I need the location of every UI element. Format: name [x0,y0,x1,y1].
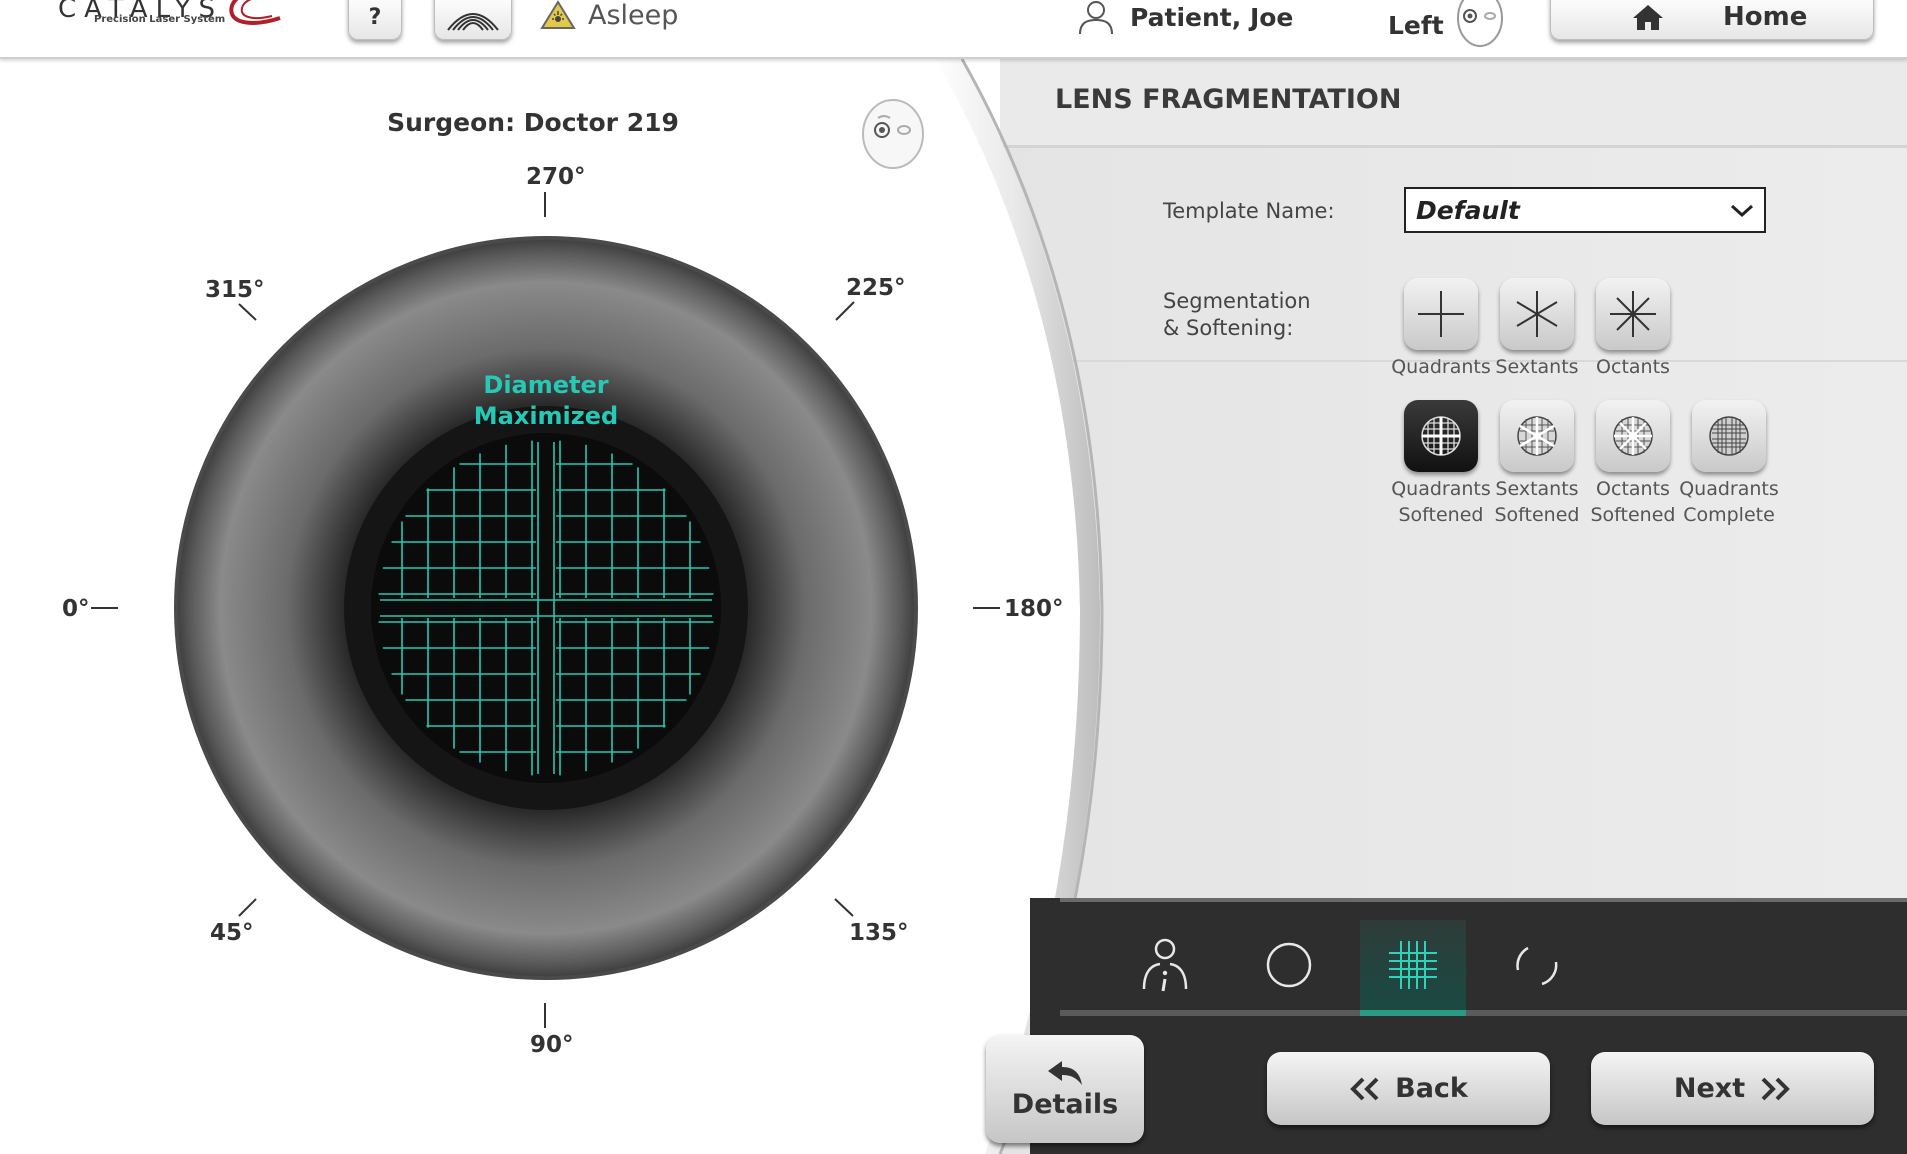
diameter-line-1: Diameter [483,371,609,399]
diameter-line-2: Maximized [473,402,619,430]
pattern-label-quadrants: Quadrants [1391,356,1491,378]
diameter-status: Diameter Maximized [446,370,646,432]
template-name-label: Template Name: [1163,199,1335,223]
template-name-value: Default [1416,195,1520,225]
logo-swoosh-icon [229,0,281,25]
help-button-label: ? [368,4,382,30]
laser-arc-button[interactable] [434,0,512,40]
pattern-label-octants-softened: Octants Softened [1578,476,1688,528]
circle-icon [1266,942,1312,988]
pattern-label-line-2: Softened [1590,504,1676,526]
eye-side-indicator: Left [1388,0,1506,50]
back-button[interactable]: Back [1267,1052,1550,1125]
quadrants-icon [1418,291,1464,337]
sextants-softened-icon [1517,416,1557,456]
angle-label-315: 315° [205,277,265,303]
pattern-label-quadrants-complete: Quadrants Complete [1674,476,1784,528]
eye-view-frame [0,59,1104,1154]
pattern-label-line-2: Softened [1398,504,1484,526]
workflow-step-strip [1060,1010,1907,1016]
eye-side-label: Left [1388,10,1444,40]
segmentation-label-line-2: & Softening: [1163,316,1294,340]
pattern-quadrants-softened-button[interactable] [1404,400,1478,472]
pattern-label-line-2: Softened [1494,504,1580,526]
pattern-label-line-1: Sextants [1495,478,1579,500]
pattern-label-octants: Octants [1596,356,1670,378]
template-name-select[interactable]: Default [1404,187,1766,233]
laser-status: Asleep [540,0,679,31]
patient-name: Patient, Joe [1130,2,1294,32]
pattern-quadrants-button[interactable] [1404,278,1478,350]
double-chevron-right-icon [1761,1077,1790,1100]
step-patient-info[interactable] [1112,920,1218,1010]
status-text: Asleep [588,0,679,31]
pattern-label-line-1: Quadrants [1679,478,1779,500]
home-button[interactable]: Home [1550,0,1874,40]
details-button[interactable]: Details [986,1035,1144,1143]
angle-label-135: 135° [849,920,909,946]
octants-softened-icon [1613,416,1653,456]
grid-icon [1389,941,1437,989]
catalys-logo: CATALYS Precision Laser System [58,0,298,36]
arc-incision-icon [1516,946,1558,986]
pattern-label-quadrants-softened: Quadrants Softened [1386,476,1496,528]
face-left-eye-icon [1456,0,1503,47]
help-button[interactable]: ? [348,0,402,40]
details-button-label: Details [1011,1088,1119,1120]
angle-label-225: 225° [846,275,906,301]
quadrants-softened-icon [1421,416,1461,456]
home-button-label: Home [1723,2,1808,32]
logo-tagline: Precision Laser System [94,14,226,25]
pattern-sextants-button[interactable] [1500,278,1574,350]
pattern-sextants-softened-button[interactable] [1500,400,1574,472]
double-chevron-left-icon [1350,1077,1379,1100]
back-arrow-icon [1048,1060,1082,1085]
chevron-down-icon [1730,204,1754,218]
patient-info: Patient, Joe [1076,0,1293,34]
face-orientation-icon [858,96,928,174]
next-button-label: Next [1673,1073,1746,1104]
angle-label-45: 45° [210,920,254,946]
angle-label-270: 270° [526,164,586,190]
step-lens-fragmentation[interactable] [1360,920,1466,1016]
step-capsulotomy[interactable] [1236,920,1342,1010]
pattern-label-sextants: Sextants [1495,356,1579,378]
panel-title: LENS FRAGMENTATION [1055,84,1402,115]
patient-info-icon [1142,938,1188,992]
home-icon [1633,5,1663,30]
patient-icon [1079,1,1113,34]
pattern-label-line-1: Quadrants [1391,478,1491,500]
segmentation-label-line-1: Segmentation [1163,289,1311,313]
pattern-octants-softened-button[interactable] [1596,400,1670,472]
bottom-bar-top-edge [1060,898,1907,902]
segmentation-label: Segmentation & Softening: [1163,288,1311,342]
pattern-label-line-2: Complete [1683,504,1775,526]
angle-label-180: 180° [1004,596,1064,622]
pattern-label-line-1: Octants [1596,478,1670,500]
pattern-label-sextants-softened: Sextants Softened [1482,476,1592,528]
next-button[interactable]: Next [1591,1052,1874,1125]
quadrants-complete-icon [1709,416,1749,456]
pattern-quadrants-complete-button[interactable] [1692,400,1766,472]
eye-iris [174,236,918,980]
angle-label-0: 0° [62,596,90,622]
back-button-label: Back [1395,1073,1468,1104]
face-orientation-icon-graphic [862,99,924,169]
laser-arc-icon [447,13,499,31]
pattern-octants-button[interactable] [1596,278,1670,350]
sextants-icon [1516,291,1558,337]
octants-icon [1610,291,1656,337]
laser-warning-icon [540,0,576,29]
step-corneal-incisions[interactable] [1484,920,1590,1010]
angle-label-90: 90° [530,1032,574,1058]
top-bar: CATALYS Precision Laser System ? Asleep [0,0,1907,59]
